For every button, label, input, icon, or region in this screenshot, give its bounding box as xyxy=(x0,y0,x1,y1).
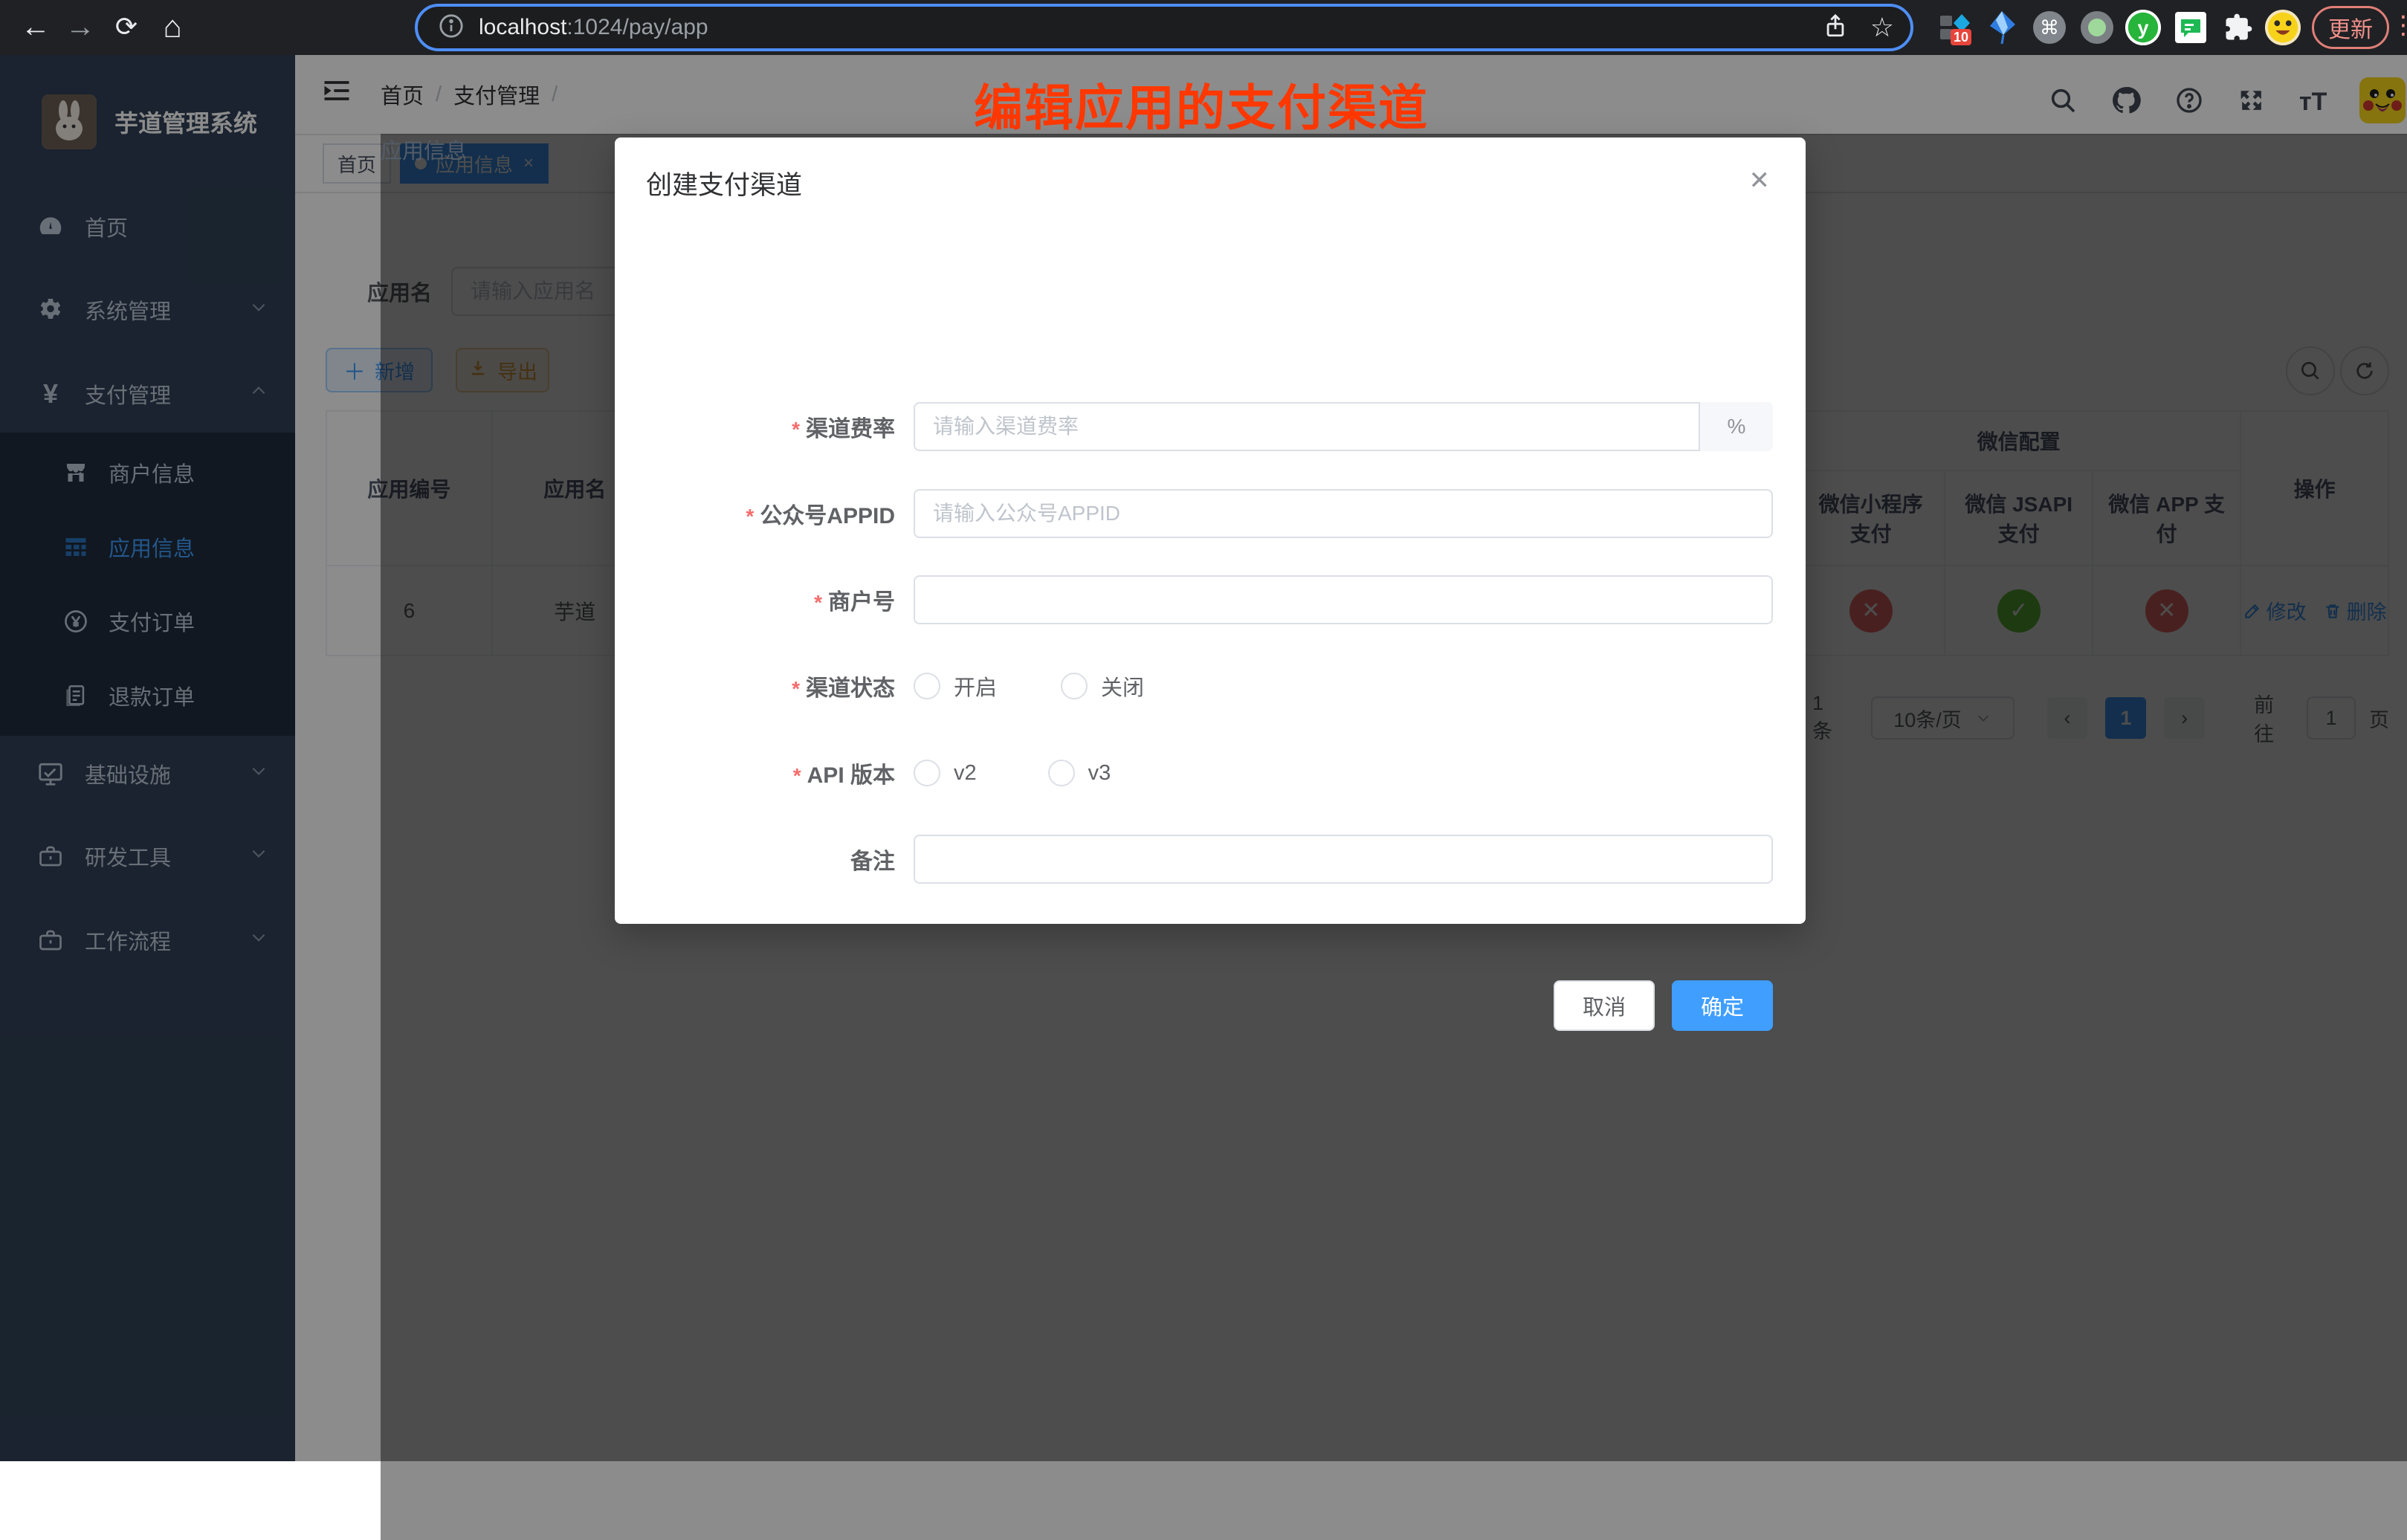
field-row-remark: 备注 xyxy=(615,835,1806,884)
browser-chrome: ← → ⟳ ⌂ localhost:1024/pay/app ☆ 10 xyxy=(0,0,2407,55)
confirm-button[interactable]: 确定 xyxy=(1672,980,1773,1031)
profile-avatar[interactable] xyxy=(2264,9,2301,46)
status-radio-group: 开启 关闭 xyxy=(914,670,1144,702)
browser-back-button[interactable]: ← xyxy=(16,7,55,46)
share-icon[interactable] xyxy=(1823,13,1848,42)
field-row-merchant: *商户号 xyxy=(615,575,1806,624)
extension-kite-icon[interactable] xyxy=(1983,9,2020,46)
dialog-title: 创建支付渠道 xyxy=(646,164,802,202)
annotation-text: 编辑应用的支付渠道 xyxy=(974,68,1429,140)
create-channel-dialog: 创建支付渠道 ✕ *渠道费率 % *公众号APPID *商户号 *渠道状态 开启… xyxy=(615,138,1806,924)
appid-input[interactable] xyxy=(914,489,1773,538)
required-asterisk: * xyxy=(746,505,754,528)
extension-tabs-icon[interactable]: 10 xyxy=(1936,9,1974,46)
browser-home-button[interactable]: ⌂ xyxy=(153,7,192,46)
percent-suffix: % xyxy=(1699,402,1773,451)
field-row-appid: *公众号APPID xyxy=(615,489,1806,538)
remark-input[interactable] xyxy=(914,835,1773,884)
browser-forward-button[interactable]: → xyxy=(61,7,100,46)
radio-api-v2[interactable] xyxy=(914,760,940,786)
rate-input[interactable] xyxy=(914,402,1773,451)
extensions-puzzle-icon[interactable] xyxy=(2220,9,2257,46)
radio-status-open[interactable] xyxy=(914,673,940,699)
field-row-status: *渠道状态 开启 关闭 xyxy=(615,661,1806,711)
url-bar[interactable]: localhost:1024/pay/app ☆ xyxy=(415,4,1913,51)
svg-text:⌘: ⌘ xyxy=(2040,16,2059,39)
appid-input-wrap xyxy=(914,489,1773,538)
remark-input-wrap xyxy=(914,835,1773,884)
url-path: :1024/pay/app xyxy=(566,15,708,40)
required-asterisk: * xyxy=(814,591,822,614)
extension-chat-icon[interactable] xyxy=(2172,9,2209,46)
api-radio-group: v2 v3 xyxy=(914,760,1111,786)
browser-reload-button[interactable]: ⟳ xyxy=(107,7,146,46)
required-asterisk: * xyxy=(793,764,801,787)
extension-badge-count: 10 xyxy=(1954,30,1968,45)
extension-dot-icon[interactable] xyxy=(2078,9,2116,46)
site-info-icon[interactable] xyxy=(439,13,464,42)
dialog-close-icon[interactable]: ✕ xyxy=(1749,166,1771,195)
extension-y-icon[interactable]: y xyxy=(2125,9,2162,46)
required-asterisk: * xyxy=(792,418,800,441)
cancel-button[interactable]: 取消 xyxy=(1554,980,1655,1031)
field-row-api: *API 版本 v2 v3 xyxy=(615,748,1806,798)
rate-input-wrap: % xyxy=(914,402,1773,451)
radio-api-v3[interactable] xyxy=(1048,760,1075,786)
merchant-input[interactable] xyxy=(914,575,1773,624)
required-asterisk: * xyxy=(792,677,800,700)
merchant-input-wrap xyxy=(914,575,1773,624)
bookmark-star-icon[interactable]: ☆ xyxy=(1870,12,1894,43)
radio-status-closed[interactable] xyxy=(1061,673,1088,699)
browser-menu-icon[interactable]: ⋮ xyxy=(2391,10,2407,40)
url-host: localhost xyxy=(479,15,566,40)
svg-text:y: y xyxy=(2138,17,2149,39)
field-row-rate: *渠道费率 % xyxy=(615,402,1806,451)
extension-command-icon[interactable]: ⌘ xyxy=(2031,9,2068,46)
browser-update-button[interactable]: 更新 xyxy=(2312,6,2389,49)
